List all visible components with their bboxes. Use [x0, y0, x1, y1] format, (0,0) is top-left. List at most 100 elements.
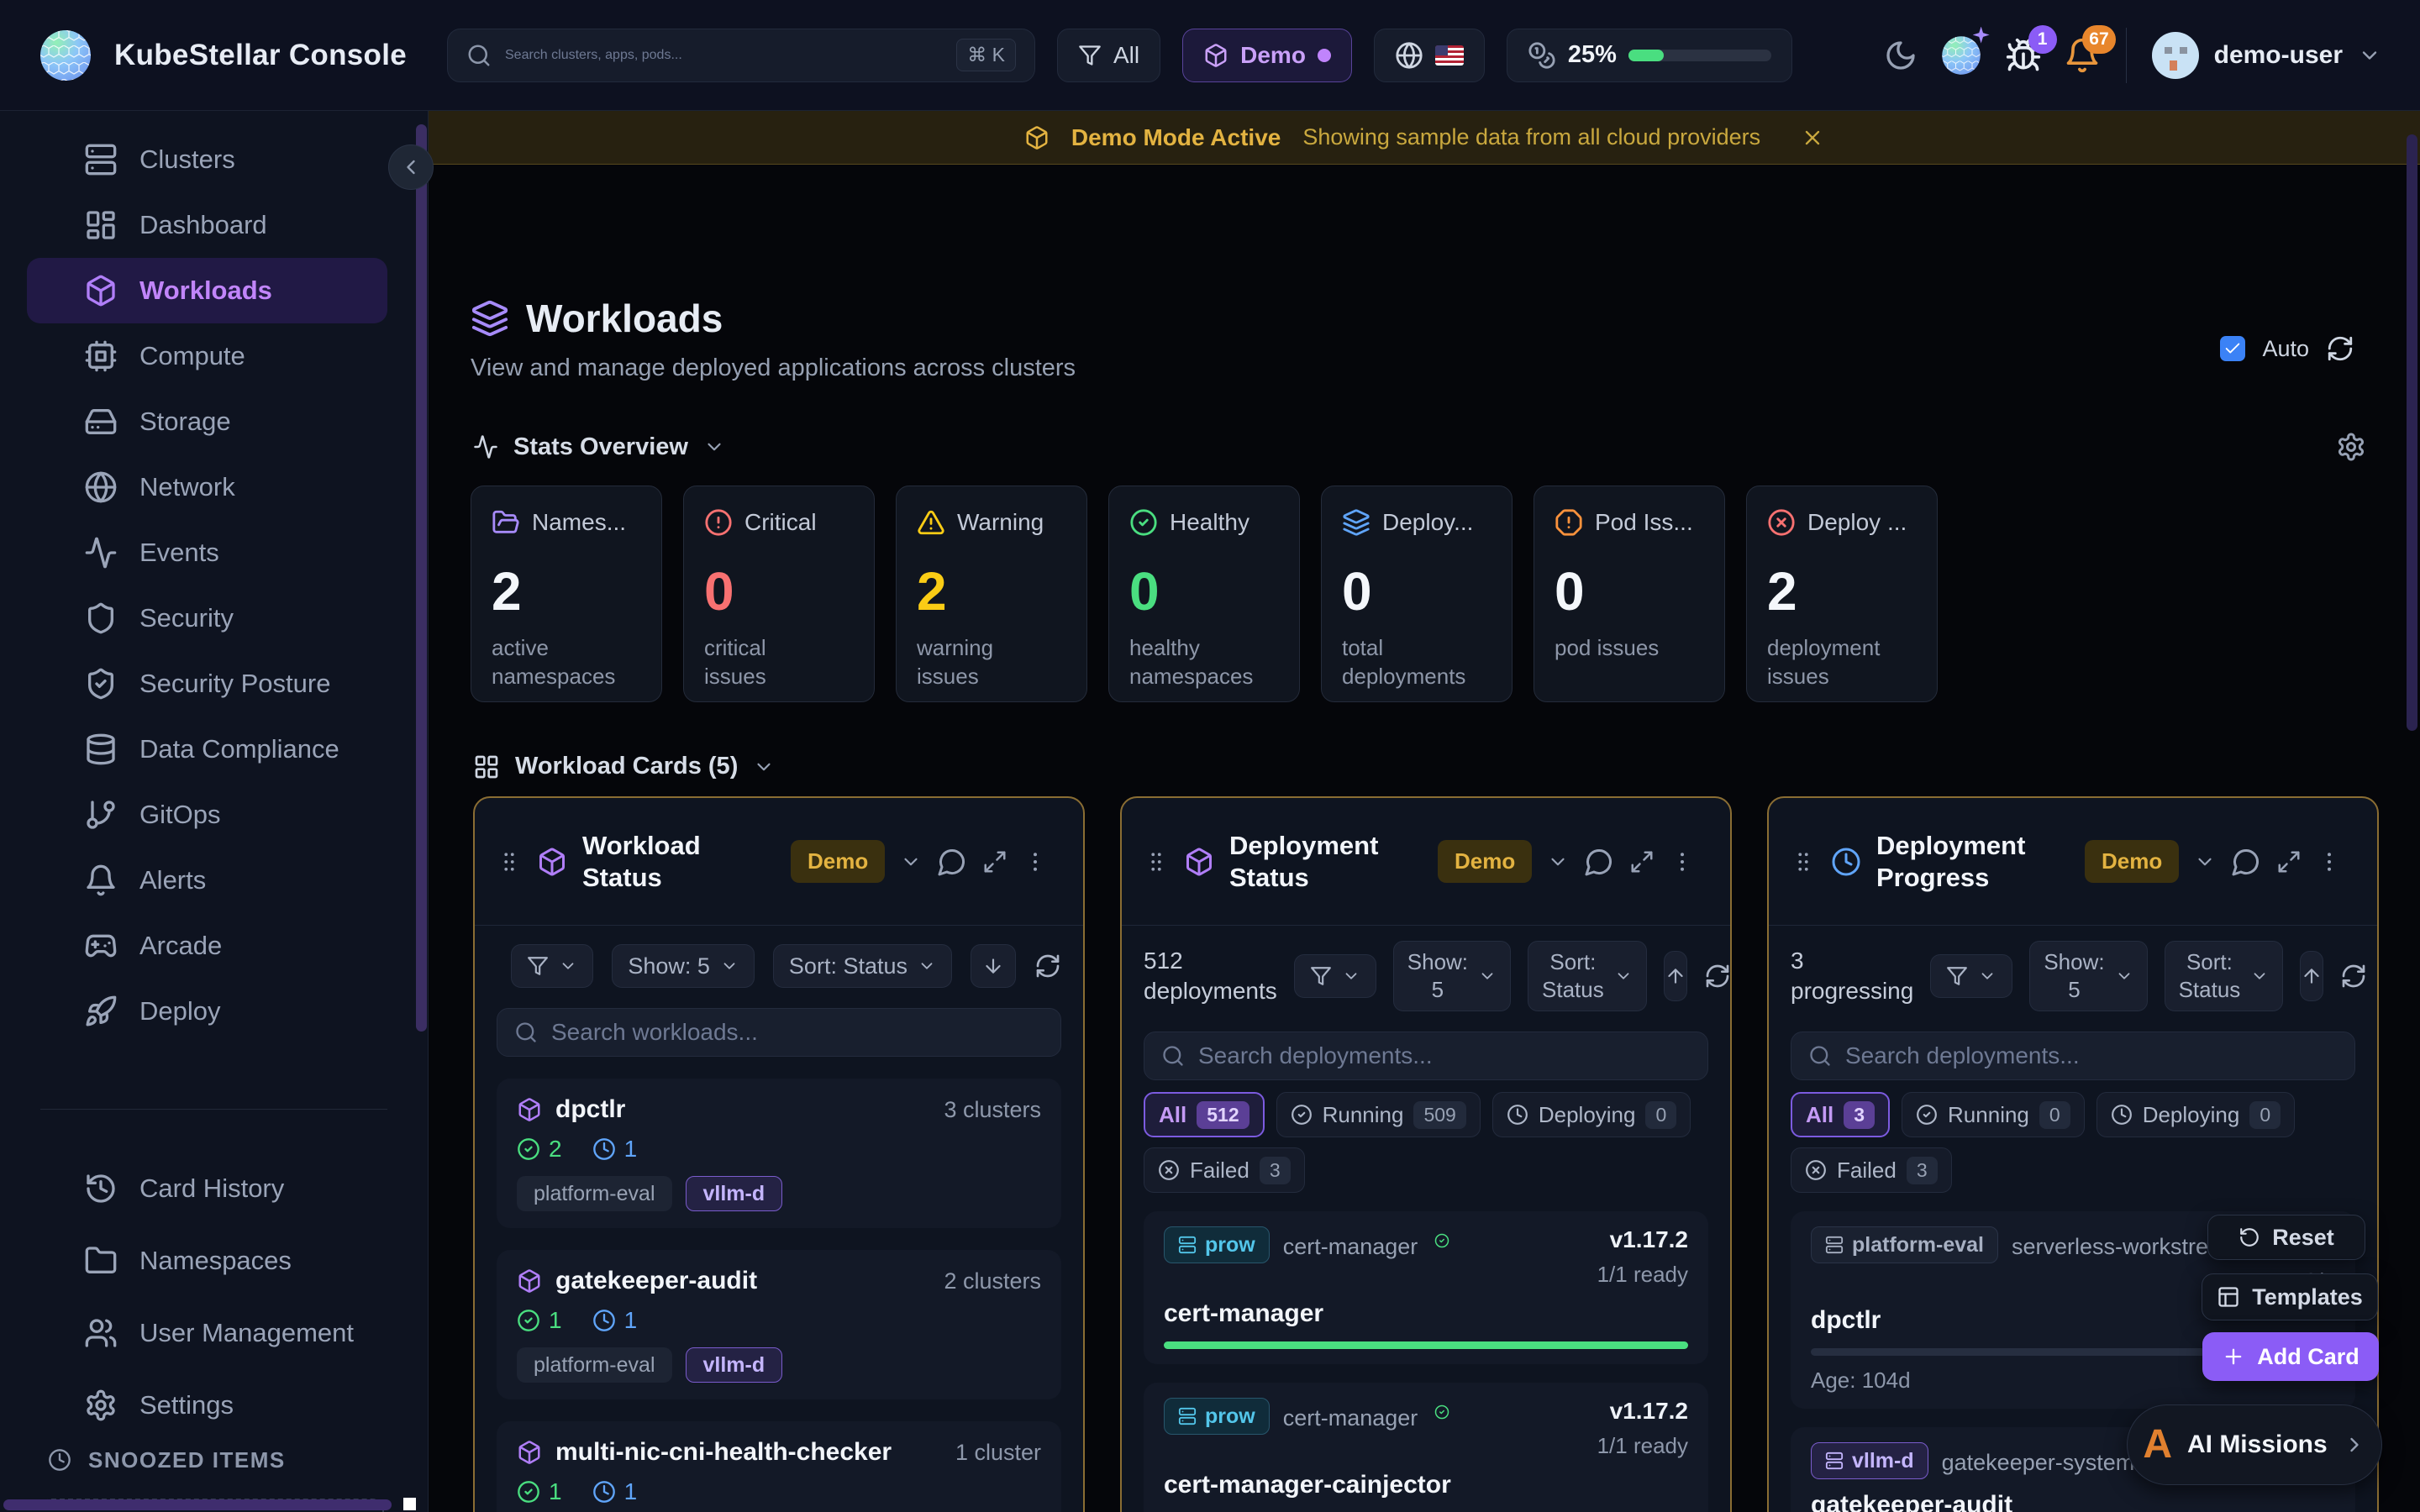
stat-card[interactable]: Pod Iss... 0 pod issues [1534, 486, 1725, 702]
sidebar-item[interactable]: Compute [0, 323, 428, 389]
card-chat-button[interactable] [937, 847, 967, 877]
card-menu-button[interactable] [1670, 849, 1695, 874]
card-expand-button[interactable] [1629, 849, 1655, 874]
deployment-search[interactable] [1791, 1032, 2355, 1080]
sort-direction-button[interactable] [971, 944, 1016, 988]
sidebar-item[interactable]: Network [0, 454, 428, 520]
workload-tag[interactable]: platform-eval [517, 1347, 672, 1383]
chevron-down-icon[interactable] [1547, 851, 1569, 873]
sidebar-item[interactable]: Settings [0, 1369, 428, 1441]
card-expand-button[interactable] [2276, 849, 2302, 874]
card-refresh-button[interactable] [1034, 953, 1061, 979]
refresh-button[interactable] [2326, 334, 2354, 363]
filter-all-button[interactable]: All [1057, 29, 1160, 82]
workload-list-item[interactable]: gatekeeper-audit 2 clusters 1 1 platform… [497, 1250, 1061, 1399]
sort-dropdown[interactable]: Sort:Status [1528, 941, 1647, 1011]
chevron-down-icon[interactable] [900, 851, 922, 873]
workload-tag[interactable]: platform-eval [517, 1176, 672, 1211]
env-chip[interactable]: platform-eval [1811, 1226, 1998, 1263]
banner-close-button[interactable] [1801, 126, 1824, 150]
sidebar-item[interactable]: Events [0, 520, 428, 585]
user-menu[interactable]: demo-user [2152, 32, 2381, 79]
show-dropdown[interactable]: Show:5 [1393, 941, 1511, 1011]
workload-search-input[interactable] [551, 1019, 1044, 1046]
sidebar-item[interactable]: Clusters [0, 127, 428, 192]
templates-button[interactable]: Templates [2202, 1273, 2378, 1320]
status-filter-chip[interactable]: All 512 [1144, 1092, 1265, 1137]
chevron-down-icon[interactable] [703, 436, 725, 458]
sidebar-item[interactable]: Security Posture [0, 651, 428, 717]
status-filter-chip[interactable]: Running 509 [1276, 1092, 1481, 1137]
global-search-input[interactable] [505, 48, 943, 63]
card-refresh-button[interactable] [1704, 963, 1731, 990]
workload-list-item[interactable]: multi-nic-cni-health-checker 1 cluster 1… [497, 1421, 1061, 1512]
main-scrollbar[interactable] [2407, 134, 2417, 731]
stat-card[interactable]: Critical 0 critical issues [683, 486, 875, 702]
auto-checkbox[interactable] [2220, 336, 2245, 361]
sidebar-item[interactable]: Card History [0, 1152, 428, 1225]
card-refresh-button[interactable] [2340, 963, 2367, 990]
usage-slider[interactable] [1628, 50, 1771, 61]
env-chip[interactable]: prow [1164, 1398, 1270, 1435]
card-menu-button[interactable] [1023, 849, 1048, 874]
show-dropdown[interactable]: Show:5 [2029, 941, 2147, 1011]
deployment-list-item[interactable]: prow cert-manager v1.17.2 1/1 ready cert… [1144, 1383, 1708, 1512]
card-menu-button[interactable] [2317, 849, 2342, 874]
sort-direction-button[interactable] [1664, 951, 1687, 1001]
chevron-down-icon[interactable] [2194, 851, 2216, 873]
sort-dropdown[interactable]: Sort: Status [773, 944, 952, 988]
status-filter-chip[interactable]: Failed 3 [1144, 1147, 1305, 1193]
workload-list-item[interactable]: dpctlr 3 clusters 2 1 platform-eval vllm… [497, 1079, 1061, 1228]
assistant-logo-icon[interactable] [1939, 34, 1983, 77]
sort-dropdown[interactable]: Sort:Status [2165, 941, 2284, 1011]
sidebar-item[interactable]: Security [0, 585, 428, 651]
usage-meter[interactable]: 25% [1507, 29, 1792, 82]
global-search[interactable]: ⌘ K [447, 29, 1035, 82]
sidebar-horizontal-scrollbar[interactable] [3, 1499, 392, 1510]
sidebar-item[interactable]: User Management [0, 1297, 428, 1369]
deployment-list-item[interactable]: prow cert-manager v1.17.2 1/1 ready cert… [1144, 1211, 1708, 1364]
chevron-down-icon[interactable] [753, 756, 775, 778]
stat-card[interactable]: Healthy 0 healthy namespaces [1108, 486, 1300, 702]
sidebar-item[interactable]: Alerts [0, 848, 428, 913]
show-dropdown[interactable]: Show: 5 [612, 944, 755, 988]
status-filter-chip[interactable]: All 3 [1791, 1092, 1890, 1137]
workload-tag[interactable]: vllm-d [686, 1347, 783, 1383]
workload-search[interactable] [497, 1008, 1061, 1057]
sidebar-item[interactable]: Data Compliance [0, 717, 428, 782]
add-card-button[interactable]: Add Card [2202, 1332, 2379, 1381]
deployment-search-input[interactable] [1198, 1042, 1691, 1069]
snoozed-items-header[interactable]: SNOOZED ITEMS [0, 1441, 428, 1478]
notifications-button[interactable]: 67 [2064, 37, 2101, 74]
status-filter-chip[interactable]: Running 0 [1902, 1092, 2085, 1137]
drag-handle-icon[interactable] [1791, 849, 1816, 874]
deployment-search-input[interactable] [1845, 1042, 2338, 1069]
stat-card[interactable]: Deploy... 0 total deployments [1321, 486, 1512, 702]
sidebar-item[interactable]: Dashboard [0, 192, 428, 258]
sort-direction-button[interactable] [2300, 951, 2323, 1001]
drag-handle-icon[interactable] [1144, 849, 1169, 874]
sidebar-item[interactable]: Deploy [0, 979, 428, 1044]
sidebar-item[interactable]: Storage [0, 389, 428, 454]
stat-card[interactable]: Warning 2 warning issues [896, 486, 1087, 702]
card-expand-button[interactable] [982, 849, 1007, 874]
sidebar-collapse-button[interactable] [388, 144, 434, 190]
status-filter-chip[interactable]: Deploying 0 [2096, 1092, 2295, 1137]
env-chip[interactable]: vllm-d [1811, 1442, 1928, 1479]
stats-settings-button[interactable] [2336, 432, 2366, 462]
demo-mode-button[interactable]: Demo [1182, 29, 1352, 82]
sidebar-item[interactable]: Arcade [0, 913, 428, 979]
theme-toggle-button[interactable] [1884, 39, 1918, 72]
stat-card[interactable]: Names... 2 active namespaces [471, 486, 662, 702]
card-chat-button[interactable] [2231, 847, 2261, 877]
filter-dropdown[interactable] [511, 944, 593, 988]
sidebar-item[interactable]: Namespaces [0, 1225, 428, 1297]
card-chat-button[interactable] [1584, 847, 1614, 877]
deployment-search[interactable] [1144, 1032, 1708, 1080]
bug-report-button[interactable]: 1 [2005, 37, 2042, 74]
sidebar-item[interactable]: GitOps [0, 782, 428, 848]
sidebar-item[interactable]: Workloads [27, 258, 387, 323]
ai-missions-button[interactable]: A AI Missions [2127, 1404, 2382, 1485]
env-chip[interactable]: prow [1164, 1226, 1270, 1263]
reset-button[interactable]: Reset [2207, 1215, 2365, 1260]
